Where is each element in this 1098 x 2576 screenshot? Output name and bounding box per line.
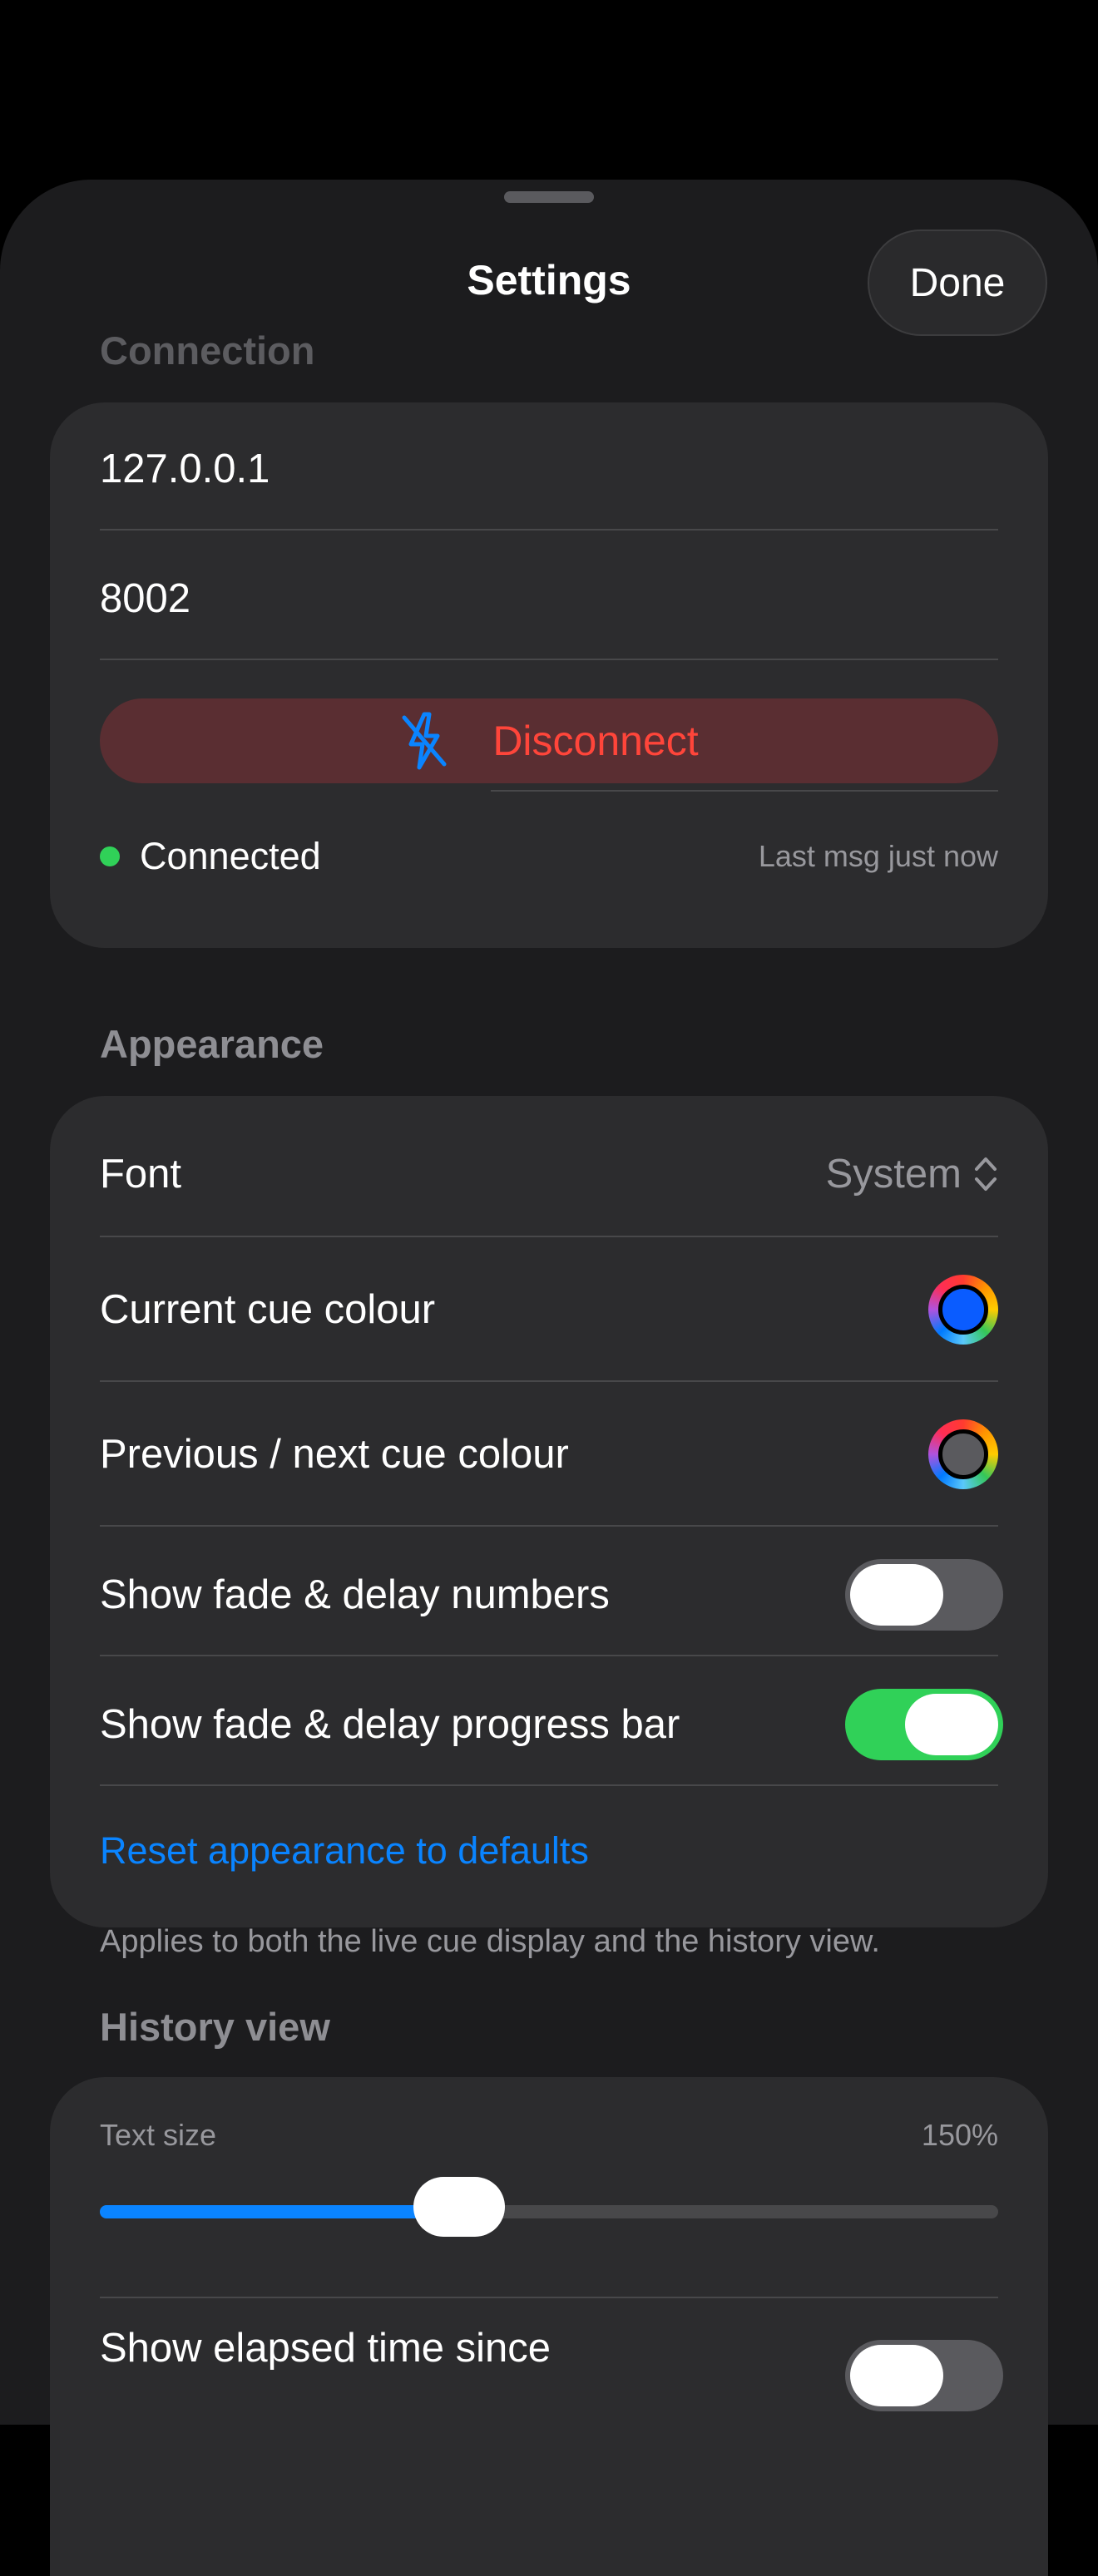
show-elapsed-toggle[interactable] [845, 2340, 1003, 2411]
font-value: System [825, 1152, 962, 1197]
connection-status-dot [100, 846, 120, 866]
disconnect-label: Disconnect [492, 718, 699, 764]
text-size-slider-thumb[interactable] [413, 2177, 505, 2237]
done-button[interactable]: Done [868, 229, 1047, 336]
current-cue-colour-swatch [938, 1285, 988, 1335]
text-size-label: Text size [100, 2118, 217, 2152]
reset-appearance-link[interactable]: Reset appearance to defaults [100, 1829, 589, 1873]
font-label: Font [100, 1152, 182, 1197]
settings-sheet: Settings Done Connection 127.0.0.1 8002 … [0, 180, 1098, 2576]
font-row[interactable]: Font System [100, 1133, 998, 1216]
history-card: Text size 150% Show elapsed time since [50, 2077, 1048, 2576]
connection-section-title: Connection [100, 328, 315, 373]
host-field[interactable]: 127.0.0.1 [100, 446, 270, 492]
appearance-card: Font System Current cue colour Previous … [50, 1096, 1048, 1927]
text-size-value: 150% [921, 2118, 998, 2152]
history-section-title: History view [100, 2005, 330, 2049]
text-size-slider[interactable] [100, 2177, 998, 2237]
prev-next-cue-colour-swatch [938, 1429, 988, 1479]
port-field[interactable]: 8002 [100, 575, 190, 622]
last-message-label: Last msg just now [758, 839, 998, 873]
show-progress-label: Show fade & delay progress bar [100, 1702, 680, 1747]
current-cue-colour-picker[interactable] [928, 1275, 998, 1345]
chevron-up-down-icon [975, 1157, 997, 1191]
prev-next-cue-colour-picker[interactable] [928, 1419, 998, 1489]
prev-next-cue-colour-label: Previous / next cue colour [100, 1432, 569, 1477]
show-elapsed-label: Show elapsed time since [100, 2326, 551, 2371]
disconnect-button[interactable]: Disconnect [100, 698, 998, 783]
bolt-slash-icon [402, 712, 447, 770]
appearance-footnote: Applies to both the live cue display and… [100, 1924, 880, 1959]
appearance-section-title: Appearance [100, 1022, 324, 1066]
connection-status-label: Connected [140, 835, 321, 877]
show-progress-toggle[interactable] [845, 1689, 1003, 1760]
text-size-slider-fill [100, 2205, 459, 2218]
show-numbers-toggle[interactable] [845, 1559, 1003, 1631]
sheet-grabber[interactable] [504, 191, 594, 203]
current-cue-colour-label: Current cue colour [100, 1287, 436, 1332]
connection-card: 127.0.0.1 8002 Disconnect Connected Last… [50, 402, 1048, 948]
show-numbers-label: Show fade & delay numbers [100, 1572, 610, 1617]
